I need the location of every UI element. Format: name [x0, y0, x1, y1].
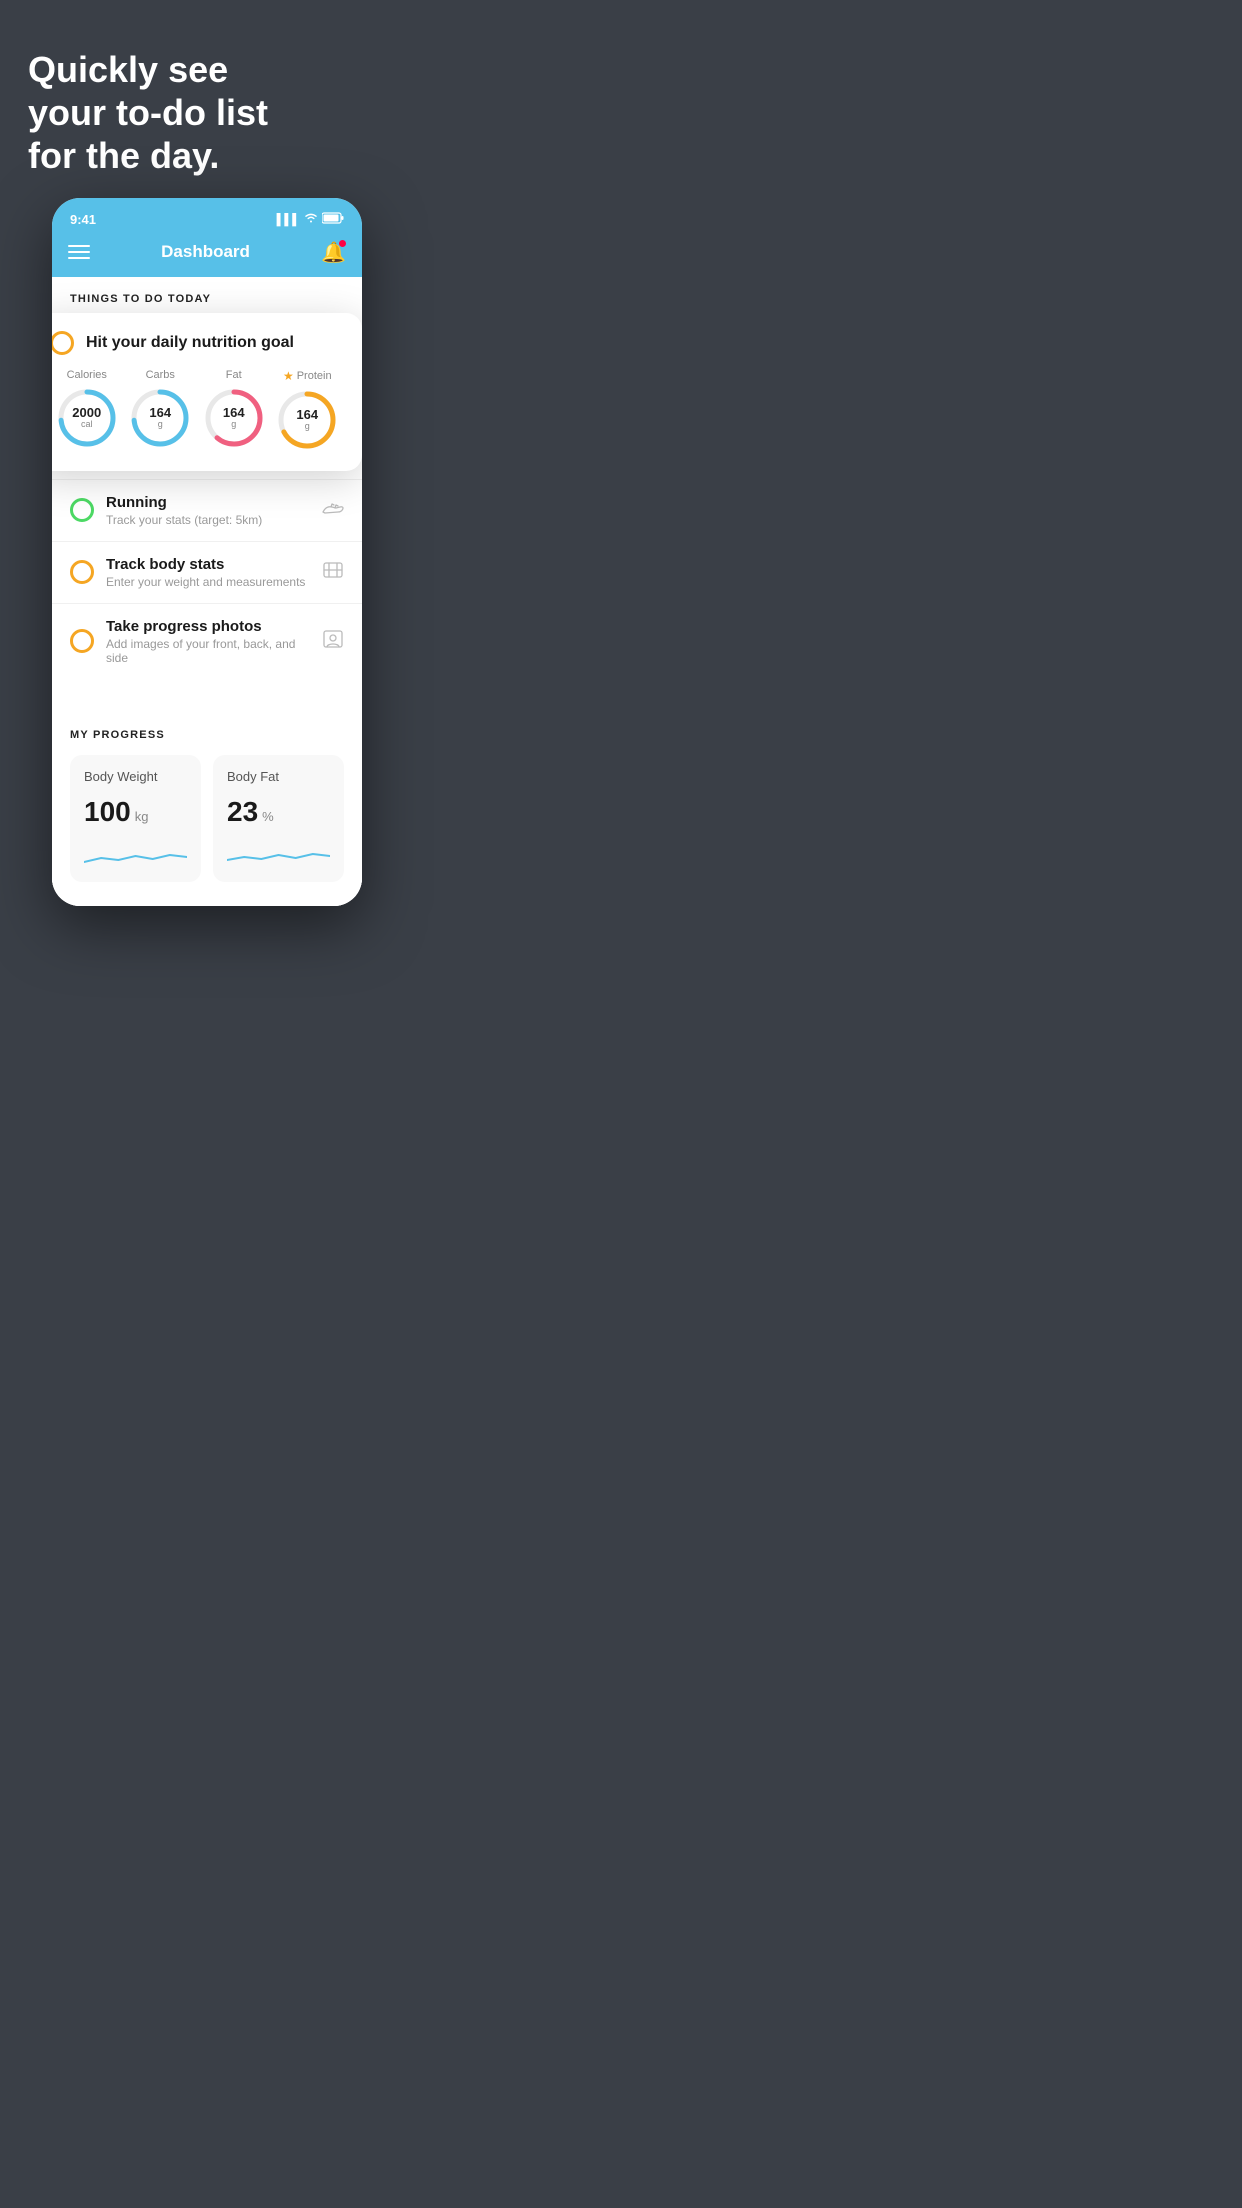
- body-fat-value-row: 23 %: [227, 796, 330, 828]
- nutrition-carbs: Carbs 164 g: [129, 369, 191, 449]
- todo-body-stats-sub: Enter your weight and measurements: [106, 575, 310, 589]
- page-wrapper: Quickly see your to-do list for the day.…: [0, 0, 414, 946]
- scale-icon: [322, 559, 344, 586]
- todo-item-running[interactable]: Running Track your stats (target: 5km): [52, 479, 362, 541]
- calories-circle: 2000 cal: [56, 387, 118, 449]
- calories-label: Calories: [67, 369, 107, 381]
- todo-radio-body-stats[interactable]: [70, 560, 94, 584]
- hero-text: Quickly see your to-do list for the day.: [0, 0, 414, 198]
- carbs-label: Carbs: [146, 369, 175, 381]
- todo-running-sub: Track your stats (target: 5km): [106, 513, 310, 527]
- todo-body-stats-title: Track body stats: [106, 556, 310, 573]
- things-to-do-header: THINGS TO DO TODAY: [52, 277, 362, 313]
- todo-progress-photos-sub: Add images of your front, back, and side: [106, 637, 310, 665]
- body-weight-title: Body Weight: [84, 769, 187, 784]
- protein-label: ★ Protein: [283, 369, 332, 383]
- carbs-circle: 164 g: [129, 387, 191, 449]
- body-fat-card[interactable]: Body Fat 23 %: [213, 755, 344, 882]
- hero-line1: Quickly see: [28, 49, 228, 90]
- todo-progress-photos-title: Take progress photos: [106, 618, 310, 635]
- body-weight-card[interactable]: Body Weight 100 kg: [70, 755, 201, 882]
- body-weight-value-row: 100 kg: [84, 796, 187, 828]
- bell-icon[interactable]: 🔔: [321, 240, 346, 265]
- progress-cards: Body Weight 100 kg: [70, 755, 344, 906]
- notification-dot: [339, 240, 346, 247]
- hero-line2: your to-do list: [28, 92, 268, 133]
- person-photo-icon: [322, 628, 344, 655]
- status-bar: 9:41 ▌▌▌: [52, 198, 362, 232]
- todo-progress-photos-text: Take progress photos Add images of your …: [106, 618, 310, 665]
- calories-value: 2000: [72, 405, 101, 419]
- todo-running-title: Running: [106, 494, 310, 511]
- todo-running-text: Running Track your stats (target: 5km): [106, 494, 310, 527]
- signal-icon: ▌▌▌: [277, 214, 300, 226]
- phone-content: THINGS TO DO TODAY Hit your daily nutrit…: [52, 277, 362, 906]
- phone-mockup: 9:41 ▌▌▌: [52, 198, 362, 906]
- protein-circle: 164 g: [276, 389, 338, 451]
- nutrition-protein: ★ Protein 164 g: [276, 369, 338, 451]
- body-weight-value: 100: [84, 796, 131, 828]
- menu-icon[interactable]: [68, 245, 90, 259]
- status-icons: ▌▌▌: [277, 212, 344, 227]
- todo-item-progress-photos[interactable]: Take progress photos Add images of your …: [52, 603, 362, 679]
- hero-line3: for the day.: [28, 135, 219, 176]
- battery-icon: [322, 212, 344, 227]
- nutrition-card: Hit your daily nutrition goal Calories: [52, 313, 362, 471]
- spacer: [52, 679, 362, 709]
- progress-header: MY PROGRESS: [70, 729, 344, 741]
- todo-radio-nutrition[interactable]: [52, 331, 74, 355]
- fat-label: Fat: [226, 369, 242, 381]
- body-fat-chart: [227, 840, 330, 868]
- card-title-row: Hit your daily nutrition goal: [52, 331, 344, 355]
- todo-radio-running[interactable]: [70, 498, 94, 522]
- todo-item-body-stats[interactable]: Track body stats Enter your weight and m…: [52, 541, 362, 603]
- nutrition-fat: Fat 164 g: [203, 369, 265, 449]
- progress-section: MY PROGRESS Body Weight 100 kg: [52, 709, 362, 906]
- nav-title: Dashboard: [161, 242, 250, 262]
- fat-value: 164: [223, 405, 245, 419]
- body-fat-value: 23: [227, 796, 258, 828]
- todo-radio-progress-photos[interactable]: [70, 629, 94, 653]
- nutrition-row: Calories 2000 cal: [52, 369, 344, 451]
- body-weight-chart: [84, 840, 187, 868]
- body-fat-unit: %: [262, 809, 274, 824]
- protein-star-icon: ★: [283, 369, 294, 383]
- body-fat-title: Body Fat: [227, 769, 330, 784]
- body-weight-unit: kg: [135, 809, 149, 824]
- wifi-icon: [304, 213, 318, 226]
- nav-bar: Dashboard 🔔: [52, 232, 362, 277]
- todo-list: Running Track your stats (target: 5km): [52, 479, 362, 906]
- fat-circle: 164 g: [203, 387, 265, 449]
- card-title: Hit your daily nutrition goal: [86, 334, 294, 352]
- running-shoe-icon: [322, 500, 344, 521]
- status-time: 9:41: [70, 212, 96, 227]
- carbs-value: 164: [149, 405, 171, 419]
- nutrition-calories: Calories 2000 cal: [56, 369, 118, 449]
- protein-value: 164: [296, 407, 318, 421]
- todo-body-stats-text: Track body stats Enter your weight and m…: [106, 556, 310, 589]
